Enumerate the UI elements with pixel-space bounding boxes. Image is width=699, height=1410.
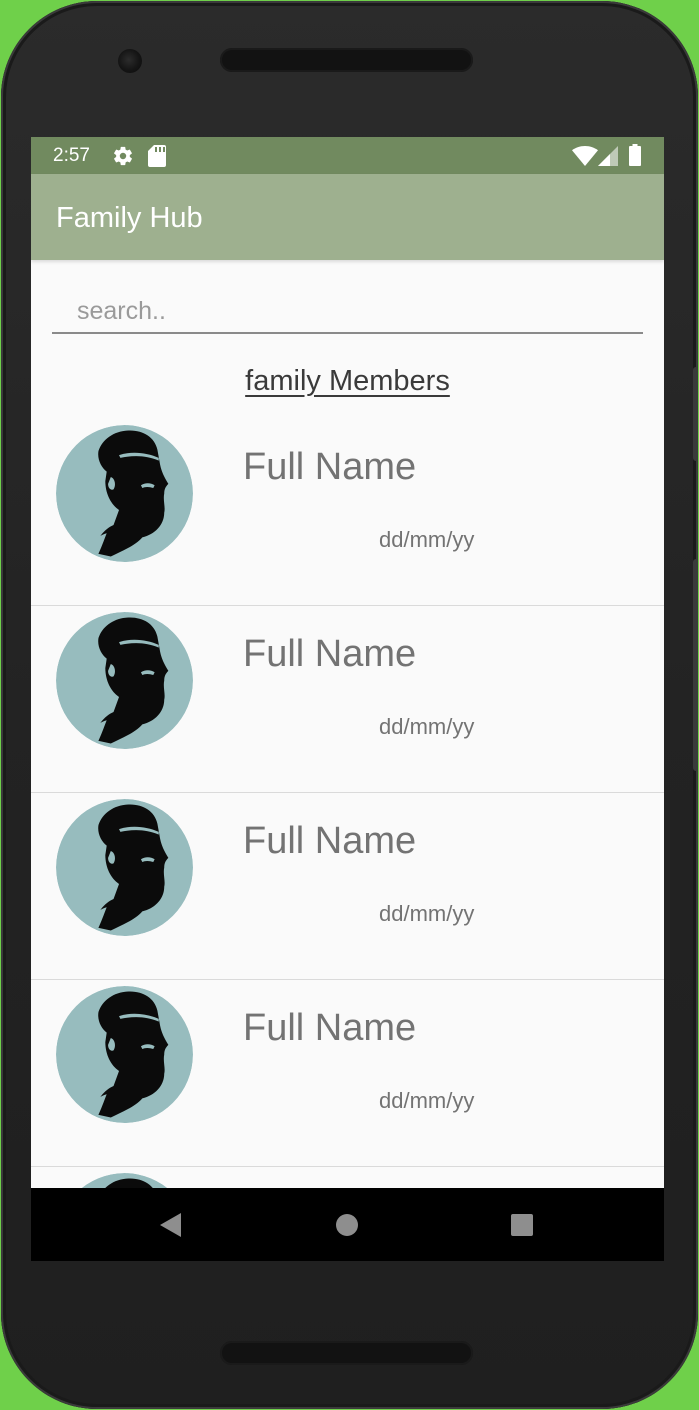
- home-icon[interactable]: [332, 1210, 362, 1240]
- member-date: dd/mm/yy: [379, 714, 475, 739]
- app-bar: Family Hub: [31, 174, 664, 260]
- member-name: Full Name: [243, 446, 417, 488]
- battery-icon: [629, 144, 641, 171]
- member-name: Full Name: [243, 820, 417, 862]
- member-date: dd/mm/yy: [379, 527, 475, 552]
- member-date: dd/mm/yy: [379, 901, 475, 926]
- settings-icon: [112, 145, 134, 172]
- bearded-man-avatar-icon: [56, 425, 193, 562]
- search-field[interactable]: [52, 295, 643, 334]
- app-screen: 2:57 Family Hub search.. family Members …: [31, 137, 664, 1261]
- member-row[interactable]: Full Name dd/mm/yy: [31, 793, 664, 980]
- member-date: dd/mm/yy: [379, 1088, 475, 1113]
- member-name: Full Name: [243, 1007, 417, 1049]
- member-name: Full Name: [243, 633, 417, 675]
- search-input[interactable]: [52, 295, 643, 328]
- bottom-speaker: [220, 1341, 473, 1365]
- member-row[interactable]: Full Name dd/mm/yy: [31, 419, 664, 606]
- navigation-bar: [31, 1188, 664, 1261]
- earpiece-speaker: [220, 48, 473, 72]
- app-title: Family Hub: [56, 202, 203, 234]
- volume-button: [693, 559, 698, 771]
- cell-signal-icon: [598, 146, 618, 171]
- sd-card-icon: [148, 145, 166, 172]
- phone-frame: 2:57 Family Hub search.. family Members …: [1, 1, 698, 1409]
- bearded-man-avatar-icon: [56, 799, 193, 936]
- back-icon[interactable]: [155, 1210, 185, 1240]
- bearded-man-avatar-icon: [56, 986, 193, 1123]
- status-time: 2:57: [53, 145, 90, 166]
- member-row[interactable]: Full Name dd/mm/yy: [31, 606, 664, 793]
- member-row[interactable]: Full Name dd/mm/yy: [31, 980, 664, 1167]
- section-title-text: family Members: [245, 365, 450, 397]
- status-bar: 2:57: [31, 137, 664, 174]
- member-list: Full Name dd/mm/yy Full Name dd/mm/yy Fu…: [31, 419, 664, 1261]
- power-button: [693, 367, 698, 461]
- bearded-man-avatar-icon: [56, 612, 193, 749]
- front-camera: [118, 49, 142, 73]
- section-title: family Members: [31, 364, 664, 398]
- recents-icon[interactable]: [507, 1210, 537, 1240]
- wifi-icon: [572, 146, 598, 171]
